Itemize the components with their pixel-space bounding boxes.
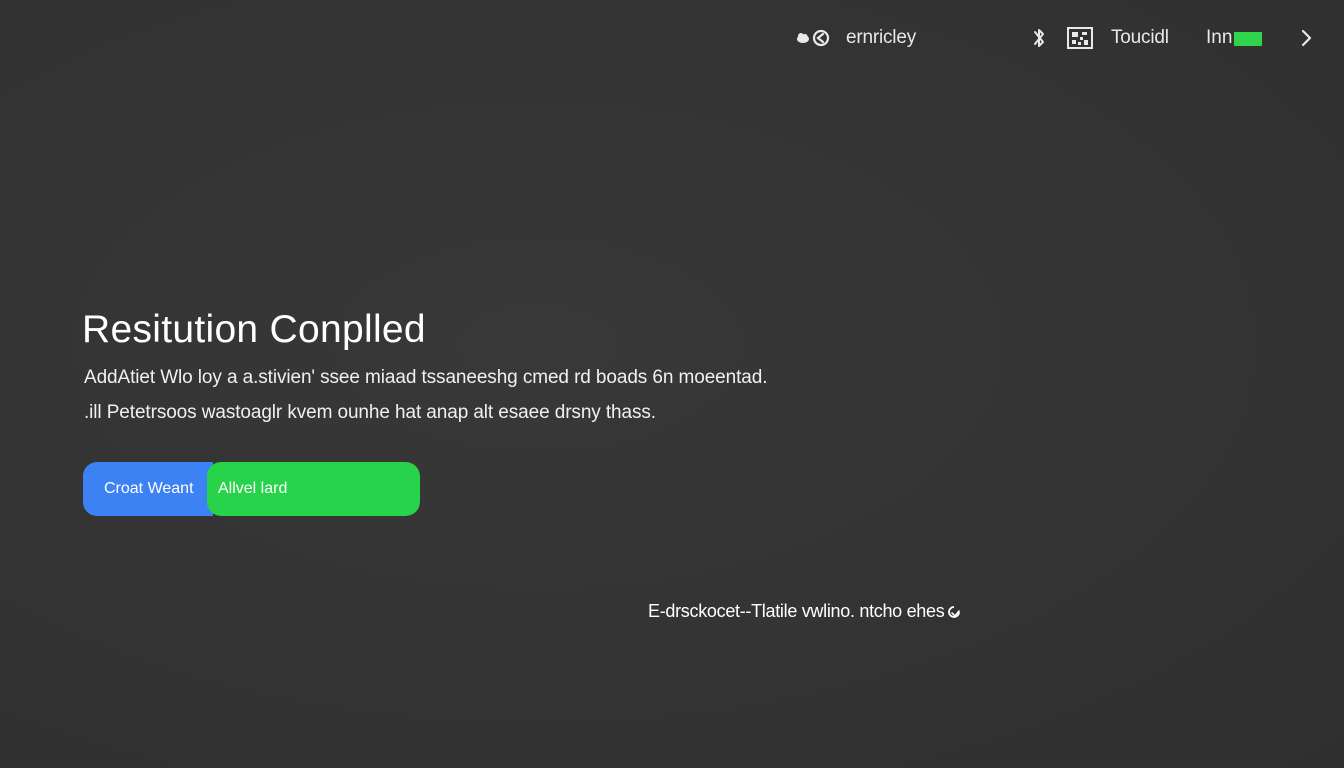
top-bar: ernricley Toucidl Inn — [0, 22, 1344, 54]
footnote[interactable]: E-drsckocet--Tlatile vwlino. ntcho ehes — [648, 601, 962, 622]
status-label: Inn — [1206, 27, 1233, 48]
account-menu[interactable]: ernricley — [846, 22, 916, 54]
description-line-2: .ill Petetrsoos wastoaglr kvem ounhe hat… — [84, 402, 656, 423]
signal-icon — [1234, 32, 1263, 46]
cloud-icon[interactable] — [796, 22, 810, 54]
tab-item[interactable]: Toucidl — [1111, 22, 1169, 54]
app-window: ernricley Toucidl Inn Resitution Conplle… — [0, 0, 1344, 768]
account-label: ernricley — [846, 27, 916, 48]
primary-action-button[interactable]: Croat Weant — [83, 462, 213, 516]
refresh-small-icon — [948, 605, 961, 618]
bluetooth-icon[interactable] — [1031, 22, 1047, 54]
chevron-right-icon[interactable] — [1299, 22, 1313, 54]
footnote-text: E-drsckocet--Tlatile vwlino. ntcho ehes — [648, 601, 945, 621]
refresh-icon[interactable] — [812, 22, 830, 54]
qr-icon[interactable] — [1067, 22, 1093, 54]
tab-label: Toucidl — [1111, 27, 1169, 48]
page-title: Resitution Conplled — [82, 308, 426, 351]
secondary-action-button[interactable]: Allvel lard — [207, 462, 420, 516]
action-button-group: Croat Weant Allvel lard — [83, 462, 420, 516]
status-indicator[interactable]: Inn — [1206, 22, 1263, 54]
description-line-1: AddAtiet Wlo loy a a.stivien' ssee miaad… — [84, 367, 768, 388]
